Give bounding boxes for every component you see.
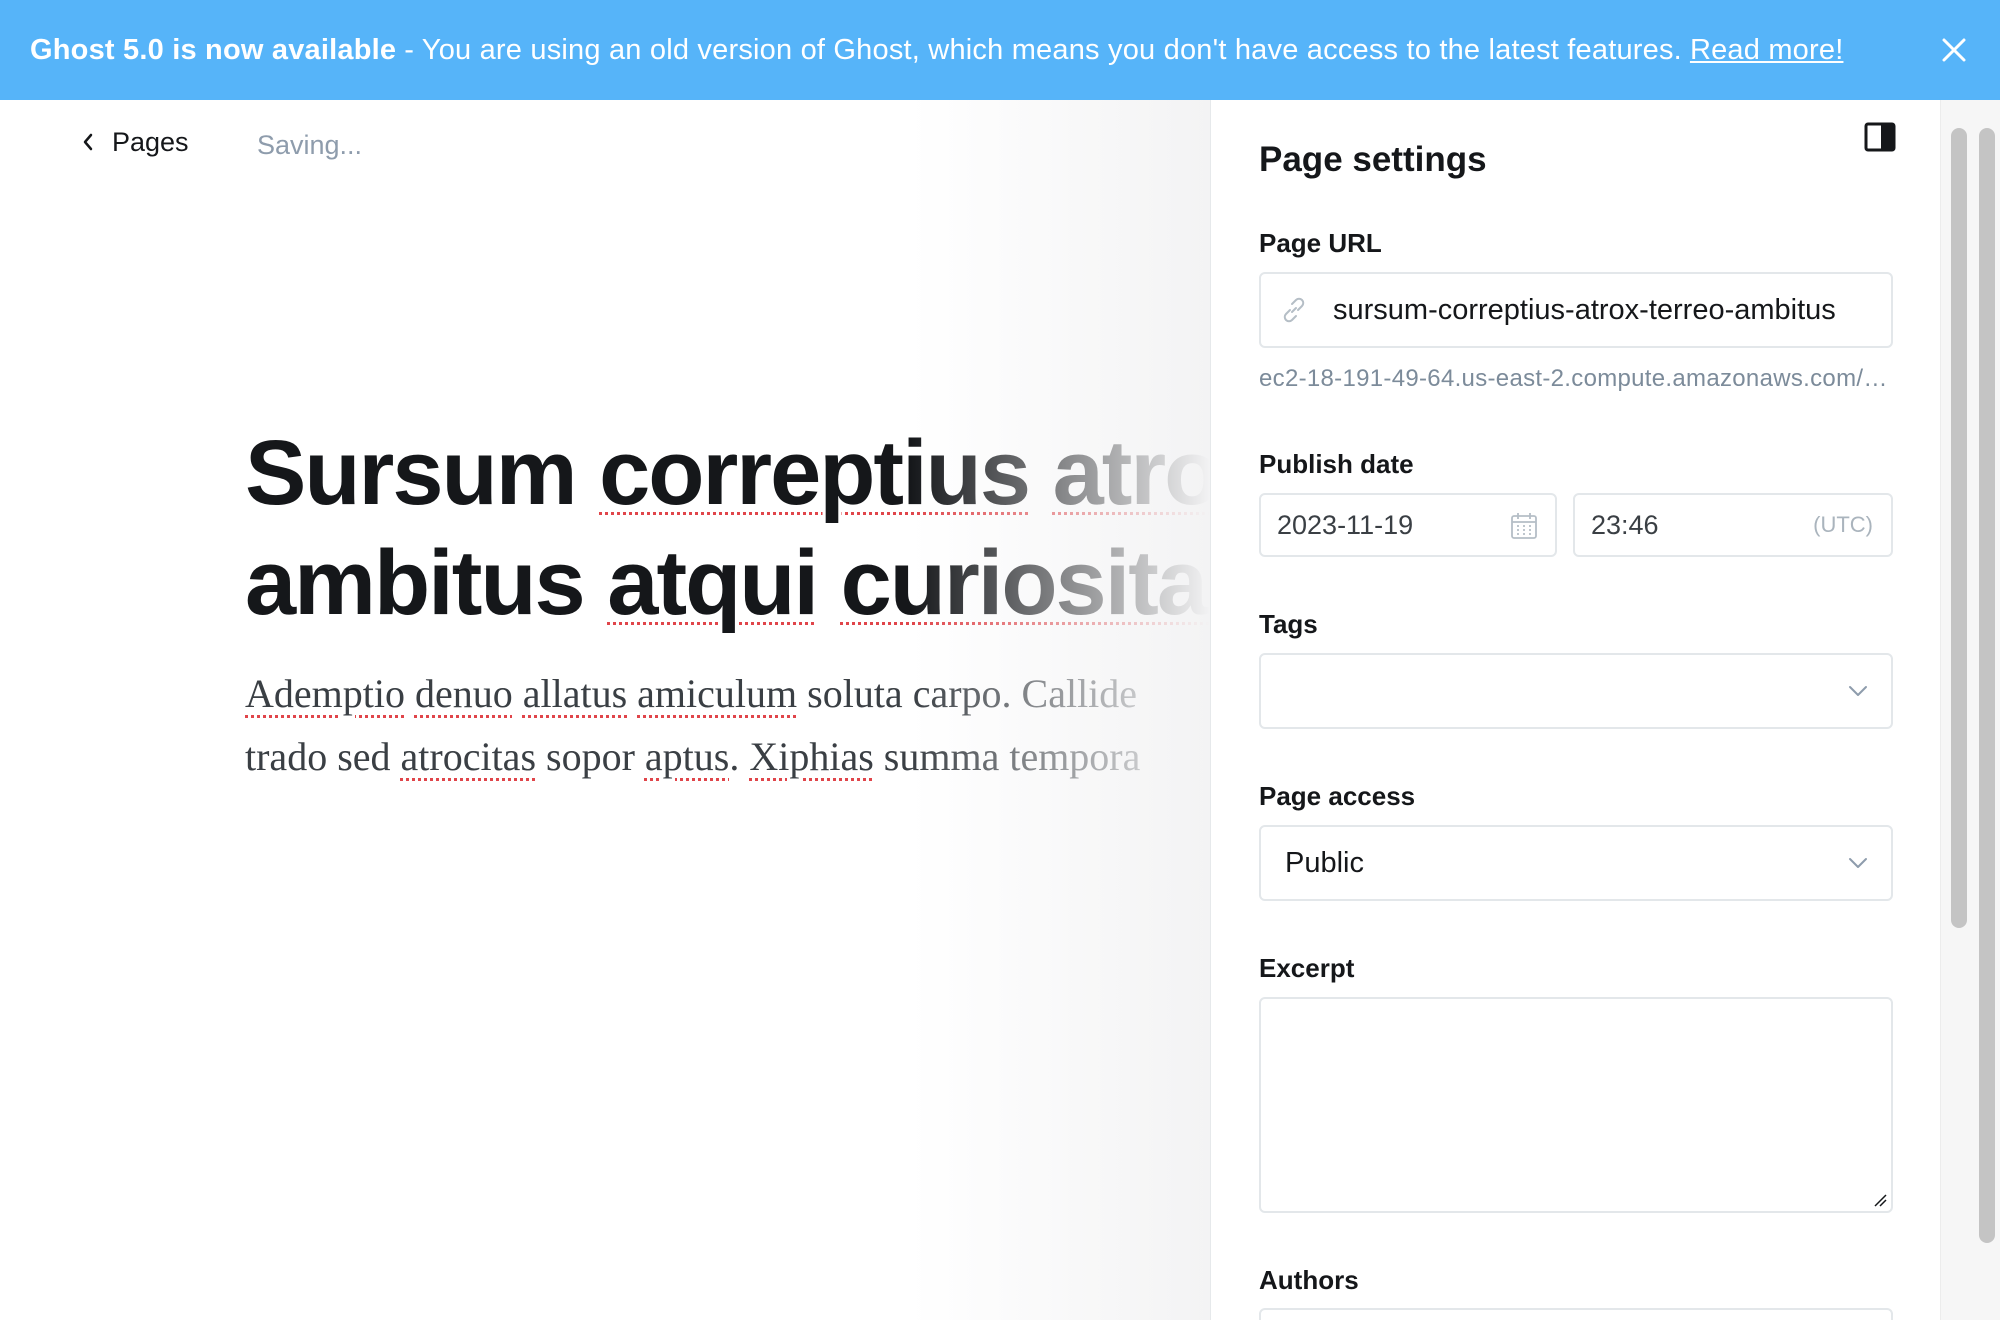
- panel-title: Page settings: [1259, 140, 1487, 179]
- panel-scrollbar[interactable]: [1940, 100, 2000, 1320]
- chevron-down-icon: [1849, 858, 1867, 868]
- banner-message: - You are using an old version of Ghost,…: [404, 33, 1682, 66]
- body-line-1: Ademptio denuo allatus amiculum soluta c…: [245, 662, 1210, 725]
- page-access-select[interactable]: Public: [1259, 825, 1893, 901]
- page-access-label: Page access: [1259, 781, 1416, 811]
- post-title[interactable]: Sursum correptius atrox ambitus atqui cu…: [245, 418, 1210, 638]
- title-word: Sursum: [245, 422, 578, 524]
- authors-label: Authors: [1259, 1265, 1359, 1295]
- save-status: Saving...: [257, 130, 363, 160]
- timezone-label: (UTC): [1813, 512, 1873, 537]
- editor-area: Pages Saving... Sursum correptius atrox …: [0, 100, 1210, 1320]
- publish-date-input[interactable]: 2023-11-19: [1259, 493, 1557, 557]
- title-line-2: ambitus atqui curiositas: [245, 528, 1210, 638]
- calendar-icon[interactable]: [1509, 511, 1539, 541]
- page-settings-panel: Page settings Page URL sursum-correptius…: [1210, 100, 2000, 1320]
- back-to-pages-button[interactable]: Pages: [80, 122, 189, 162]
- page-url-input[interactable]: sursum-correptius-atrox-terreo-ambitus: [1259, 272, 1893, 348]
- body-word: denuo: [414, 671, 513, 716]
- body-word: soluta carpo.: [797, 671, 1022, 716]
- body-word: Ademptio: [245, 671, 405, 716]
- body-line-2: trado sed atrocitas sopor aptus. Xiphias…: [245, 725, 1210, 788]
- panel-scrollbar-thumb[interactable]: [1951, 128, 1967, 928]
- title-word: ambitus: [245, 532, 586, 634]
- body-word: Callide: [1021, 671, 1138, 716]
- title-word: atrox: [1052, 422, 1210, 524]
- title-word: curiositas: [840, 532, 1210, 634]
- upgrade-banner: Ghost 5.0 is now available - You are usi…: [0, 0, 2000, 100]
- publish-date-value: 2023-11-19: [1277, 509, 1414, 540]
- publish-time-value: 23:46: [1591, 509, 1659, 540]
- body-word: aptus: [644, 734, 730, 779]
- body-word: [513, 671, 523, 716]
- excerpt-textarea[interactable]: [1259, 997, 1893, 1213]
- tags-label: Tags: [1259, 609, 1318, 639]
- title-word: atqui: [607, 532, 819, 634]
- banner-headline: Ghost 5.0 is now available: [30, 33, 397, 66]
- body-word: sopor: [536, 734, 645, 779]
- resize-handle-icon[interactable]: [1873, 1193, 1887, 1207]
- authors-input[interactable]: [1259, 1308, 1893, 1320]
- back-label: Pages: [112, 126, 189, 157]
- publish-time-input[interactable]: 23:46 (UTC): [1573, 493, 1893, 557]
- body-word: allatus: [522, 671, 628, 716]
- publish-date-label: Publish date: [1259, 449, 1414, 479]
- chevron-down-icon: [1849, 686, 1867, 696]
- page-url-preview[interactable]: ec2-18-191-49-64.us-east-2.compute.amazo…: [1259, 365, 1899, 393]
- window-scrollbar-thumb[interactable]: [1979, 128, 1995, 1243]
- body-word: [405, 671, 415, 716]
- title-word: correptius: [599, 422, 1031, 524]
- excerpt-label: Excerpt: [1259, 953, 1355, 983]
- page-url-label: Page URL: [1259, 228, 1382, 258]
- body-word: amiculum: [637, 671, 798, 716]
- page-url-value: sursum-correptius-atrox-terreo-ambitus: [1333, 293, 1836, 326]
- body-word: [627, 671, 637, 716]
- link-icon: [1283, 297, 1305, 323]
- body-word: Xiphias: [749, 734, 874, 779]
- page-access-value: Public: [1285, 846, 1364, 879]
- banner-read-more-link[interactable]: Read more!: [1690, 34, 1844, 67]
- body-word: .: [729, 734, 750, 779]
- tags-select[interactable]: [1259, 653, 1893, 729]
- title-line-1: Sursum correptius atrox: [245, 418, 1210, 528]
- body-word: summa tempora: [873, 734, 1141, 779]
- chevron-left-icon: [83, 133, 93, 151]
- close-icon[interactable]: [1934, 30, 1974, 70]
- body-word: atrocitas: [400, 734, 537, 779]
- post-body[interactable]: Ademptio denuo allatus amiculum soluta c…: [245, 662, 1210, 788]
- body-word: trado sed: [245, 734, 401, 779]
- sidebar-toggle-icon[interactable]: [1864, 122, 1896, 152]
